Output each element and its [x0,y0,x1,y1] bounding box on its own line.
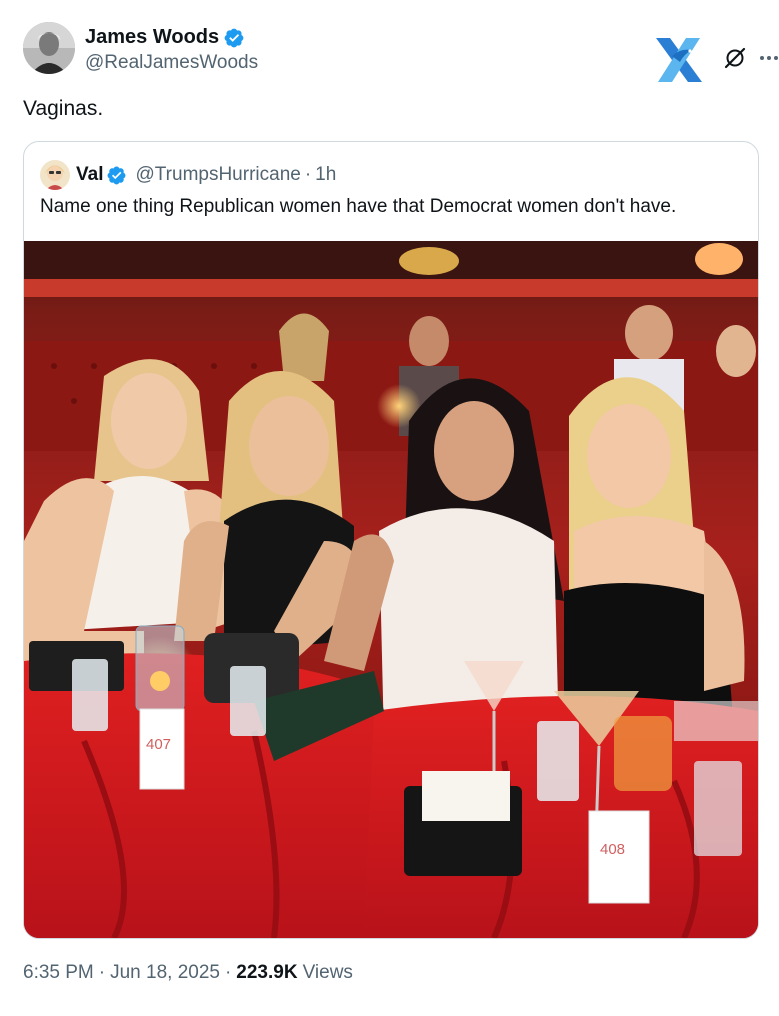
tweet-header: James Woods @RealJamesWoods [23,22,778,82]
grok-icon[interactable] [723,46,747,70]
tweet-meta: 6:35 PM · Jun 18, 2025 · 223.9K Views [23,962,353,984]
separator-dot: · [224,962,232,983]
quoted-tweet-text: Name one thing Republican women have tha… [40,196,677,217]
quoted-author-name[interactable]: Val [76,164,103,186]
table-card-label-408: 408 [600,841,625,858]
quoted-tweet-photo[interactable]: 407 408 [24,241,758,938]
verified-badge-icon [224,28,244,47]
separator-dot: · [98,962,106,983]
verified-badge-icon [108,166,126,184]
more-icon[interactable] [757,46,779,70]
tweet-date[interactable]: Jun 18, 2025 [110,962,220,984]
author-name-row: James Woods [85,26,245,49]
author-handle[interactable]: @RealJamesWoods [85,52,258,74]
quoted-tweet-card[interactable]: Val @TrumpsHurricane · 1h Name one thing… [23,141,759,939]
tweet-time[interactable]: 6:35 PM [23,962,94,984]
author-name[interactable]: James Woods [85,26,219,49]
x-bird-logo [656,38,702,82]
quoted-tweet-header: Val @TrumpsHurricane · 1h [40,160,336,190]
table-card-label-407: 407 [146,736,171,753]
views-count: 223.9K [236,962,298,983]
author-avatar[interactable] [23,22,75,74]
author-avatar-image [23,22,75,74]
quoted-tweet-time[interactable]: 1h [315,164,336,186]
quoted-avatar-image [40,160,70,190]
quoted-author-avatar[interactable] [40,160,70,190]
views-label[interactable]: Views [303,962,353,984]
quoted-author-handle[interactable]: @TrumpsHurricane [135,164,300,186]
tweet-text: Vaginas. [23,97,104,120]
separator-dot: · [304,164,312,185]
